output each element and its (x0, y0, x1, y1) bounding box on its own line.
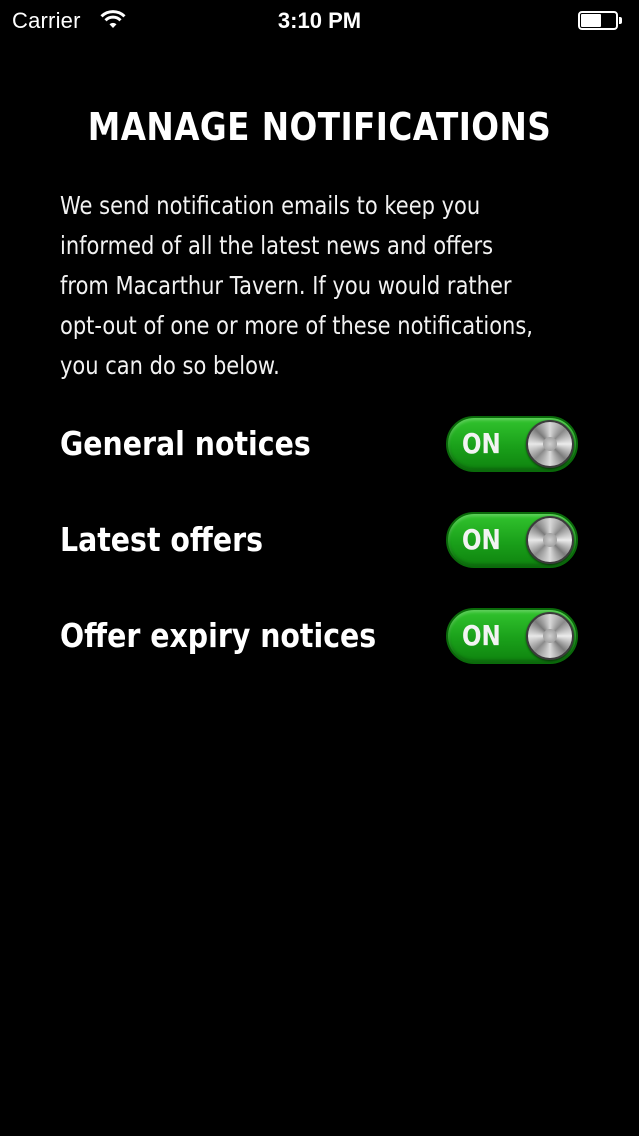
intro-line: you can do so below. (60, 351, 280, 380)
setting-label: General notices (60, 424, 311, 463)
setting-row-latest-offers: Latest offers ON (60, 512, 580, 572)
setting-label: Offer expiry notices (60, 616, 377, 655)
battery-tip (619, 17, 622, 24)
general-notices-toggle[interactable]: ON (446, 416, 578, 472)
toggle-state-label: ON (462, 619, 501, 652)
status-time: 3:10 PM (277, 8, 362, 33)
intro-line: informed of all the latest news and offe… (60, 231, 494, 260)
page-title: MANAGE NOTIFICATIONS (87, 105, 552, 149)
toggle-knob[interactable] (526, 612, 574, 660)
intro-text: We send notification emails to keep you … (60, 186, 598, 386)
toggle-knob[interactable] (526, 516, 574, 564)
setting-row-offer-expiry-notices: Offer expiry notices ON (60, 608, 580, 668)
intro-line: opt-out of one or more of these notifica… (60, 311, 533, 340)
battery-level (581, 14, 601, 27)
toggle-state-label: ON (462, 523, 501, 556)
setting-label: Latest offers (60, 520, 264, 559)
status-bar: Carrier 3:10 PM (0, 0, 639, 42)
setting-row-general-notices: General notices ON (60, 416, 580, 476)
latest-offers-toggle[interactable]: ON (446, 512, 578, 568)
toggle-knob[interactable] (526, 420, 574, 468)
intro-line: from Macarthur Tavern. If you would rath… (60, 271, 512, 300)
toggle-state-label: ON (462, 427, 501, 460)
battery-icon (578, 11, 622, 30)
intro-line: We send notification emails to keep you (60, 191, 481, 220)
offer-expiry-notices-toggle[interactable]: ON (446, 608, 578, 664)
